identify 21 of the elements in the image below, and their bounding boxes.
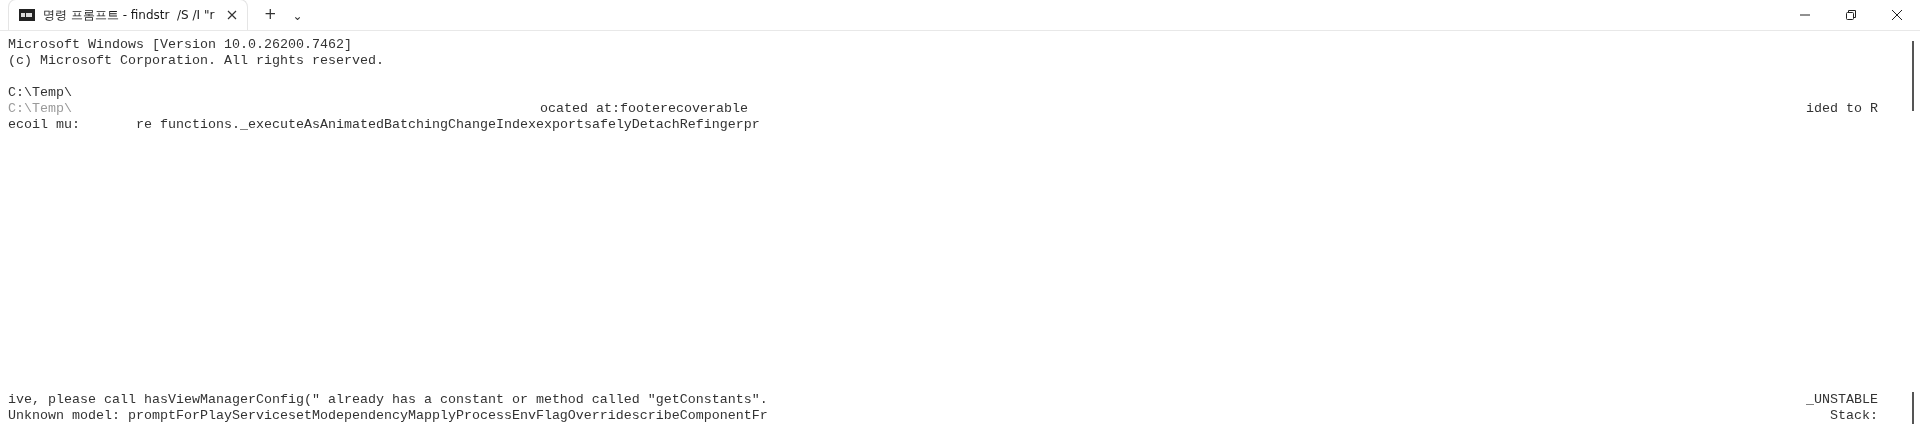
dropdown-button[interactable]: ⌄ bbox=[284, 10, 311, 22]
console-text: ive, please call hasViewManagerConfig(" already has a constant or method called "getConstants". bbox=[8, 392, 768, 408]
console-text: (c) Microsoft Corporation. All rights reserved. bbox=[8, 53, 384, 69]
close-icon[interactable] bbox=[227, 10, 237, 20]
console-text: ided to R bbox=[1806, 101, 1878, 117]
restore-icon[interactable] bbox=[1846, 10, 1856, 20]
console-text: re functions._executeAsAnimatedBatchingChangeIndexexportsafelyDetachRefingerpr bbox=[136, 117, 760, 133]
console-text: C:\Temp\ bbox=[8, 101, 72, 117]
console-text: C:\Temp\ bbox=[8, 85, 72, 101]
new-tab-button[interactable]: + bbox=[256, 7, 285, 22]
terminal-icon bbox=[19, 9, 35, 21]
tab-title: 명령 프롬프트 - findstr /S /I "r bbox=[43, 7, 216, 24]
scrollbar-thumb[interactable] bbox=[1912, 392, 1914, 424]
console-text: _UNSTABLE bbox=[1806, 392, 1878, 408]
console-text: Microsoft Windows [Version 10.0.26200.7462] bbox=[8, 37, 352, 53]
console-text: ecoil mu: bbox=[8, 117, 80, 133]
console-text: ocated at:footerecoverable bbox=[540, 101, 748, 117]
console-text: Stack: bbox=[1830, 408, 1878, 424]
close-window-icon[interactable] bbox=[1892, 10, 1902, 20]
console-text: Unknown model: promptForPlayServicesetModependencyMapplyProcessEnvFlagOverridescribeComponentFr bbox=[8, 408, 768, 424]
scrollbar-thumb[interactable] bbox=[1912, 41, 1914, 111]
